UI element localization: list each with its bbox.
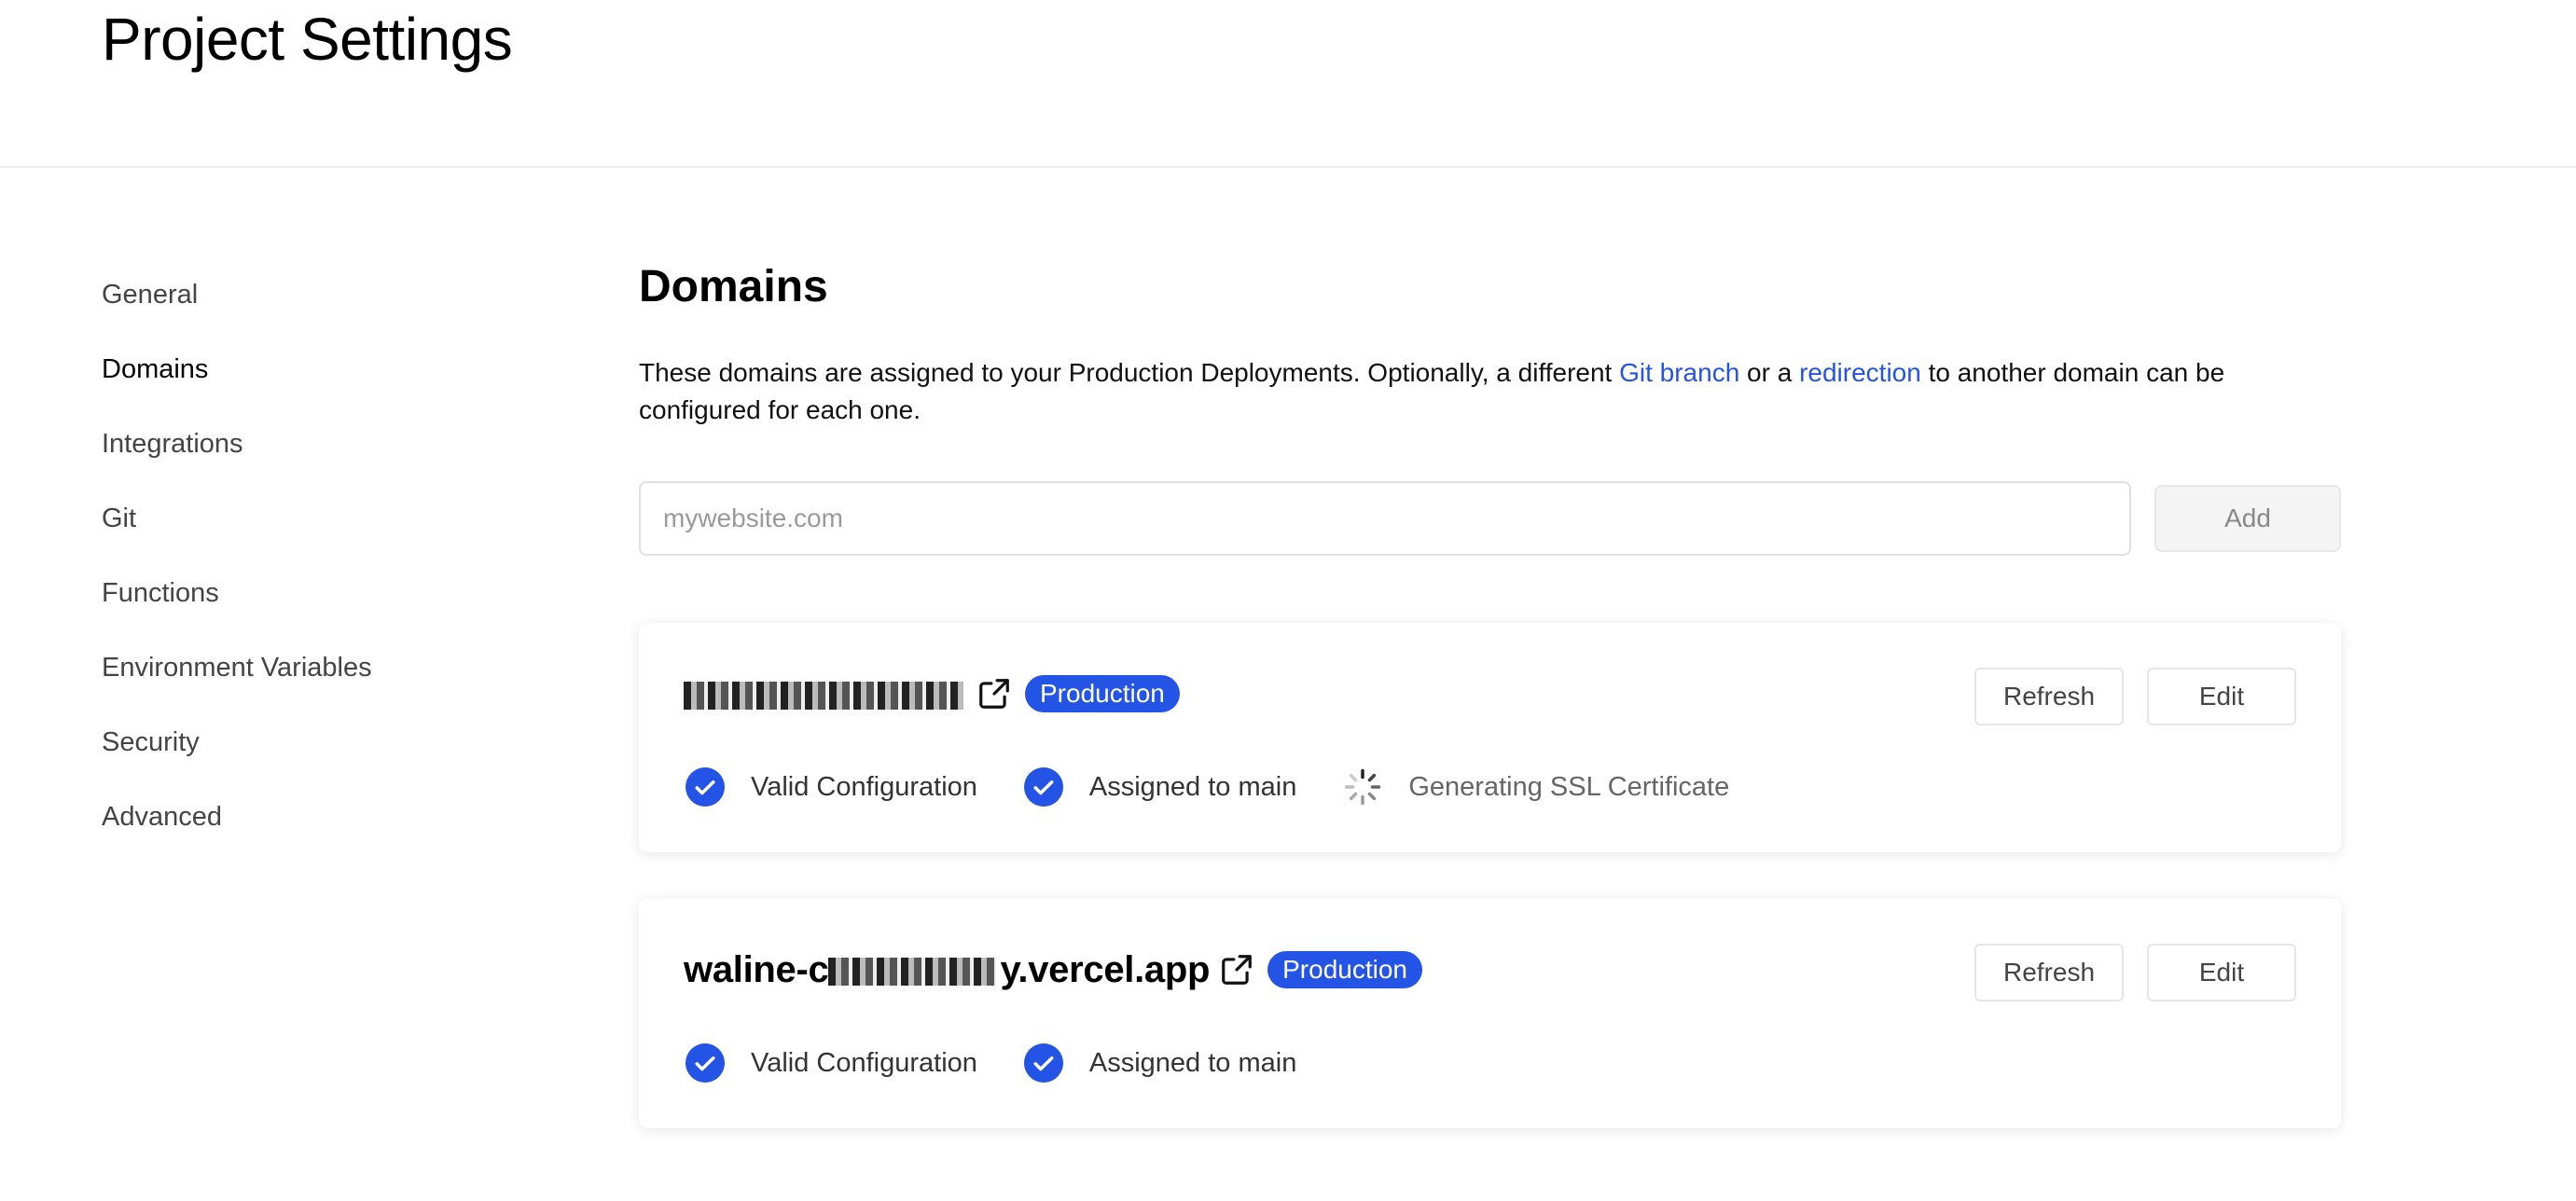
settings-sidebar: General Domains Integrations Git Functio… — [102, 270, 568, 867]
sidebar-item-environment-variables[interactable]: Environment Variables — [102, 643, 568, 718]
spinner-icon — [1345, 768, 1381, 806]
redacted-text — [684, 681, 963, 710]
production-badge: Production — [1267, 951, 1422, 988]
status-row: Valid Configuration Assigned to main — [686, 765, 1776, 809]
refresh-button[interactable]: Refresh — [1974, 944, 2124, 1001]
redacted-text — [828, 957, 997, 986]
section-title: Domains — [639, 262, 828, 311]
description-text: These domains are assigned to your Produ… — [639, 358, 1620, 387]
page-header: Project Settings — [0, 0, 2576, 168]
edit-button[interactable]: Edit — [2147, 944, 2296, 1001]
sidebar-item-advanced[interactable]: Advanced — [102, 793, 568, 867]
status-label: Generating SSL Certificate — [1408, 771, 1730, 802]
check-circle-icon — [1023, 1043, 1063, 1083]
status-valid-configuration: Valid Configuration — [686, 767, 977, 807]
check-circle-icon — [1023, 767, 1063, 807]
description-text: or a — [1739, 358, 1800, 387]
status-assigned-to-main: Assigned to main — [1023, 767, 1297, 807]
domain-name-suffix: y.vercel.app — [1000, 948, 1211, 990]
domains-section: Domains These domains are assigned to yo… — [639, 252, 2341, 1128]
status-label: Valid Configuration — [751, 771, 977, 802]
page-title: Project Settings — [102, 6, 513, 73]
domain-header: waline-c y.vercel.app Production — [684, 944, 1422, 996]
domain-name-prefix: waline-c — [684, 948, 829, 990]
external-link-icon[interactable] — [1219, 952, 1254, 987]
sidebar-item-general[interactable]: General — [102, 270, 568, 345]
status-valid-configuration: Valid Configuration — [686, 1043, 977, 1083]
status-label: Valid Configuration — [751, 1047, 977, 1078]
status-assigned-to-main: Assigned to main — [1023, 1043, 1297, 1083]
domain-card: waline-c y.vercel.app Production Refresh … — [639, 899, 2341, 1128]
domain-card: Production Refresh Edit Valid Configurat… — [639, 623, 2341, 852]
edit-button[interactable]: Edit — [2147, 668, 2296, 725]
sidebar-item-security[interactable]: Security — [102, 718, 568, 793]
sidebar-item-git[interactable]: Git — [102, 494, 568, 569]
domain-name[interactable]: waline-c y.vercel.app — [684, 949, 1210, 991]
section-description: These domains are assigned to your Produ… — [639, 354, 2341, 429]
external-link-icon[interactable] — [976, 676, 1012, 711]
status-label: Assigned to main — [1088, 1047, 1297, 1078]
sidebar-item-domains[interactable]: Domains — [102, 345, 568, 420]
domain-header: Production — [684, 668, 1180, 720]
refresh-button[interactable]: Refresh — [1974, 668, 2124, 725]
production-badge: Production — [1025, 675, 1180, 712]
status-row: Valid Configuration Assigned to main — [686, 1041, 1343, 1085]
redirection-link[interactable]: redirection — [1799, 358, 1921, 387]
domain-input[interactable] — [639, 481, 2131, 556]
status-label: Assigned to main — [1088, 771, 1297, 802]
sidebar-item-integrations[interactable]: Integrations — [102, 420, 568, 494]
add-button[interactable]: Add — [2154, 485, 2341, 552]
sidebar-item-functions[interactable]: Functions — [102, 569, 568, 643]
git-branch-link[interactable]: Git branch — [1619, 358, 1739, 387]
add-domain-form: Add — [639, 481, 2341, 556]
check-circle-icon — [686, 1043, 725, 1083]
domain-name[interactable] — [684, 673, 967, 715]
check-circle-icon — [686, 767, 725, 807]
status-generating-ssl: Generating SSL Certificate — [1343, 767, 1729, 807]
